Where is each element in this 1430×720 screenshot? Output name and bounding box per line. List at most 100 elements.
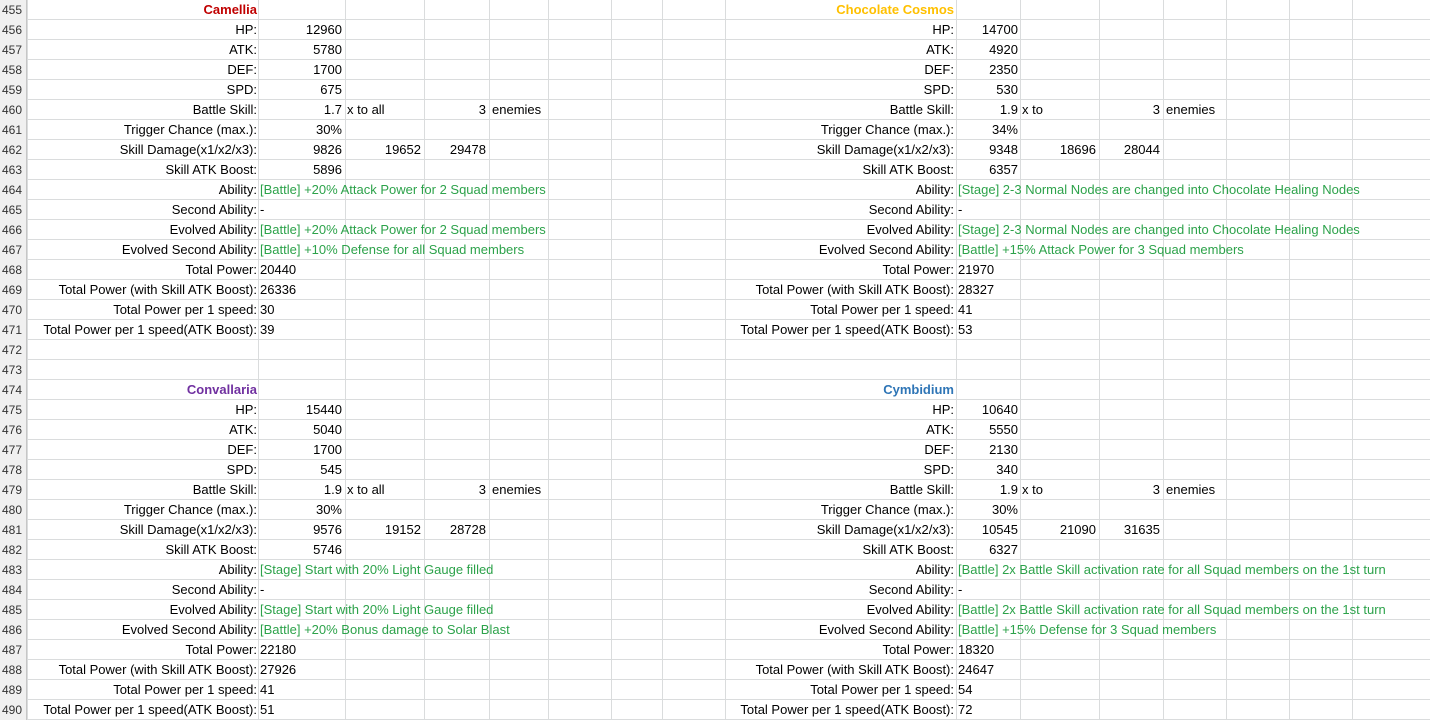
battle-skill-label[interactable]: Battle Skill: <box>714 100 954 119</box>
stat-value-atk[interactable]: 4920 <box>958 40 1018 59</box>
trigger-label[interactable]: Trigger Chance (max.): <box>17 500 257 519</box>
skill-damage-x1[interactable]: 9576 <box>282 520 342 539</box>
stat-label-hp[interactable]: HP: <box>17 400 257 419</box>
skill-damage-x2[interactable]: 21090 <box>1036 520 1096 539</box>
tp-per-speed-boost-value[interactable]: 51 <box>260 700 274 719</box>
tp-per-speed-boost-value[interactable]: 53 <box>958 320 972 339</box>
tp-per-speed-value[interactable]: 41 <box>260 680 274 699</box>
trigger-value[interactable]: 30% <box>282 120 342 139</box>
evolved-second-ability-label[interactable]: Evolved Second Ability: <box>17 240 257 259</box>
evolved-second-ability-text[interactable]: [Battle] +15% Defense for 3 Squad member… <box>958 620 1216 639</box>
total-power-value[interactable]: 21970 <box>958 260 994 279</box>
skill-count[interactable]: 3 <box>1120 480 1160 499</box>
total-power-boost-label[interactable]: Total Power (with Skill ATK Boost): <box>694 280 954 299</box>
skill-damage-x2[interactable]: 19152 <box>361 520 421 539</box>
total-power-boost-value[interactable]: 28327 <box>958 280 994 299</box>
skill-atk-boost-value[interactable]: 5896 <box>282 160 342 179</box>
character-name[interactable]: Convallaria <box>57 380 257 399</box>
second-ability-text[interactable]: - <box>260 200 264 219</box>
trigger-value[interactable]: 30% <box>958 500 1018 519</box>
stat-label-atk[interactable]: ATK: <box>714 420 954 439</box>
row-header[interactable]: 455 <box>0 0 27 20</box>
total-power-boost-value[interactable]: 24647 <box>958 660 994 679</box>
total-power-label[interactable]: Total Power: <box>694 260 954 279</box>
skill-target[interactable]: x to <box>1022 100 1043 119</box>
skill-unit[interactable]: enemies <box>1166 480 1215 499</box>
stat-value-def[interactable]: 1700 <box>282 440 342 459</box>
second-ability-text[interactable]: - <box>260 580 264 599</box>
stat-value-hp[interactable]: 14700 <box>958 20 1018 39</box>
spreadsheet-grid[interactable]: 455 Camellia Chocolate Cosmos 456 HP: 12960 HP… <box>0 0 1430 720</box>
evolved-second-ability-label[interactable]: Evolved Second Ability: <box>17 620 257 639</box>
skill-damage-x3[interactable]: 31635 <box>1100 520 1160 539</box>
evolved-ability-label[interactable]: Evolved Ability: <box>714 220 954 239</box>
total-power-boost-label[interactable]: Total Power (with Skill ATK Boost): <box>0 280 257 299</box>
trigger-label[interactable]: Trigger Chance (max.): <box>714 500 954 519</box>
stat-label-spd[interactable]: SPD: <box>714 80 954 99</box>
tp-per-speed-boost-label[interactable]: Total Power per 1 speed(ATK Boost): <box>694 700 954 719</box>
skill-damage-label[interactable]: Skill Damage(x1/x2/x3): <box>17 140 257 159</box>
total-power-value[interactable]: 20440 <box>260 260 296 279</box>
trigger-value[interactable]: 30% <box>282 500 342 519</box>
battle-skill-label[interactable]: Battle Skill: <box>17 480 257 499</box>
skill-damage-label[interactable]: Skill Damage(x1/x2/x3): <box>714 520 954 539</box>
stat-label-spd[interactable]: SPD: <box>17 460 257 479</box>
ability-text[interactable]: [Stage] Start with 20% Light Gauge fille… <box>260 560 493 579</box>
total-power-boost-label[interactable]: Total Power (with Skill ATK Boost): <box>694 660 954 679</box>
stat-label-atk[interactable]: ATK: <box>17 40 257 59</box>
skill-atk-boost-value[interactable]: 6357 <box>958 160 1018 179</box>
stat-value-def[interactable]: 2350 <box>958 60 1018 79</box>
tp-per-speed-label[interactable]: Total Power per 1 speed: <box>694 680 954 699</box>
skill-damage-x3[interactable]: 28044 <box>1100 140 1160 159</box>
skill-unit[interactable]: enemies <box>492 480 541 499</box>
evolved-ability-label[interactable]: Evolved Ability: <box>17 600 257 619</box>
stat-label-hp[interactable]: HP: <box>714 400 954 419</box>
second-ability-label[interactable]: Second Ability: <box>17 200 257 219</box>
tp-per-speed-boost-label[interactable]: Total Power per 1 speed(ATK Boost): <box>0 700 257 719</box>
total-power-value[interactable]: 18320 <box>958 640 994 659</box>
skill-multiplier[interactable]: 1.9 <box>958 480 1018 499</box>
skill-count[interactable]: 3 <box>446 100 486 119</box>
evolved-ability-text[interactable]: [Stage] 2-3 Normal Nodes are changed int… <box>958 220 1360 239</box>
ability-label[interactable]: Ability: <box>17 180 257 199</box>
skill-unit[interactable]: enemies <box>1166 100 1215 119</box>
second-ability-label[interactable]: Second Ability: <box>714 580 954 599</box>
stat-label-def[interactable]: DEF: <box>17 60 257 79</box>
tp-per-speed-value[interactable]: 41 <box>958 300 972 319</box>
skill-damage-label[interactable]: Skill Damage(x1/x2/x3): <box>714 140 954 159</box>
tp-per-speed-boost-value[interactable]: 39 <box>260 320 274 339</box>
row-header[interactable]: 474 <box>0 380 27 400</box>
skill-damage-x1[interactable]: 10545 <box>958 520 1018 539</box>
skill-damage-x2[interactable]: 19652 <box>361 140 421 159</box>
battle-skill-label[interactable]: Battle Skill: <box>714 480 954 499</box>
tp-per-speed-value[interactable]: 30 <box>260 300 274 319</box>
skill-count[interactable]: 3 <box>1120 100 1160 119</box>
battle-skill-label[interactable]: Battle Skill: <box>17 100 257 119</box>
stat-value-atk[interactable]: 5780 <box>282 40 342 59</box>
skill-atk-boost-value[interactable]: 5746 <box>282 540 342 559</box>
row-header[interactable]: 472 <box>0 340 27 360</box>
skill-damage-x3[interactable]: 28728 <box>426 520 486 539</box>
stat-value-def[interactable]: 2130 <box>958 440 1018 459</box>
skill-damage-label[interactable]: Skill Damage(x1/x2/x3): <box>17 520 257 539</box>
evolved-second-ability-text[interactable]: [Battle] +10% Defense for all Squad memb… <box>260 240 524 259</box>
ability-label[interactable]: Ability: <box>714 180 954 199</box>
evolved-ability-text[interactable]: [Battle] 2x Battle Skill activation rate… <box>958 600 1386 619</box>
skill-count[interactable]: 3 <box>446 480 486 499</box>
total-power-boost-value[interactable]: 27926 <box>260 660 296 679</box>
stat-value-atk[interactable]: 5550 <box>958 420 1018 439</box>
evolved-second-ability-text[interactable]: [Battle] +15% Attack Power for 3 Squad m… <box>958 240 1244 259</box>
skill-target[interactable]: x to all <box>347 100 385 119</box>
ability-text[interactable]: [Battle] +20% Attack Power for 2 Squad m… <box>260 180 546 199</box>
total-power-label[interactable]: Total Power: <box>0 260 257 279</box>
ability-text[interactable]: [Stage] 2-3 Normal Nodes are changed int… <box>958 180 1360 199</box>
stat-value-spd[interactable]: 545 <box>282 460 342 479</box>
ability-label[interactable]: Ability: <box>714 560 954 579</box>
skill-damage-x1[interactable]: 9826 <box>282 140 342 159</box>
ability-text[interactable]: [Battle] 2x Battle Skill activation rate… <box>958 560 1386 579</box>
total-power-boost-label[interactable]: Total Power (with Skill ATK Boost): <box>0 660 257 679</box>
stat-value-spd[interactable]: 340 <box>958 460 1018 479</box>
skill-damage-x1[interactable]: 9348 <box>958 140 1018 159</box>
stat-label-atk[interactable]: ATK: <box>714 40 954 59</box>
skill-atk-boost-label[interactable]: Skill ATK Boost: <box>17 160 257 179</box>
